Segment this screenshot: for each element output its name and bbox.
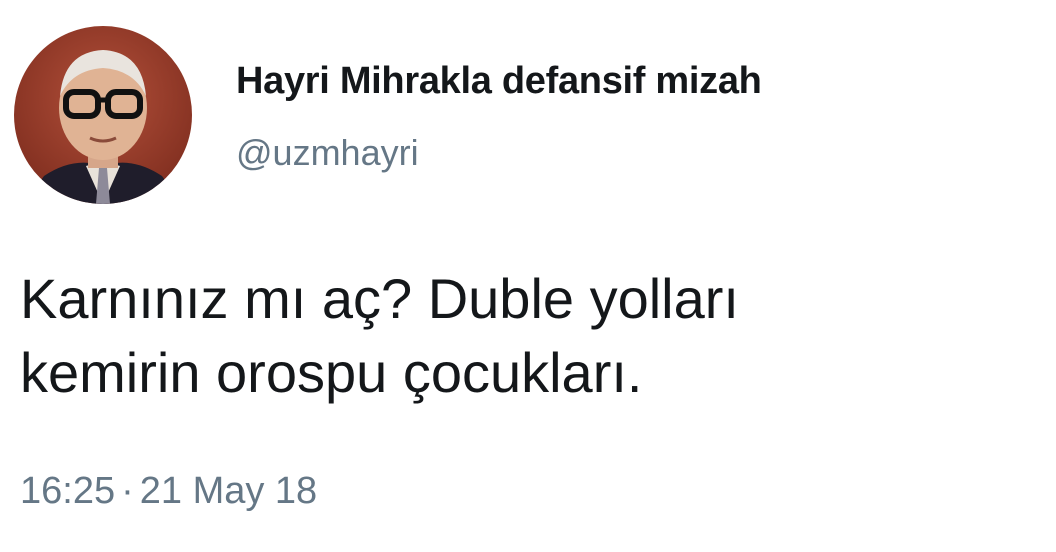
profile-photo-icon [14, 26, 192, 204]
display-name[interactable]: Hayri Mihrakla defansif mizah [236, 60, 762, 103]
tweet-text-line: kemirin orospu çocukları. [20, 341, 643, 404]
tweet-text: Karnınız mı aç? Duble yolları kemirin or… [20, 262, 1040, 410]
tweet-time: 16:25 [20, 470, 116, 512]
user-handle[interactable]: @uzmhayri [236, 132, 419, 174]
tweet-text-line: Karnınız mı aç? Duble yolları [20, 267, 739, 330]
avatar[interactable] [14, 26, 192, 204]
meta-separator: · [121, 470, 134, 512]
tweet-date: 21 May 18 [139, 470, 318, 512]
tweet-timestamp[interactable]: 16:25 · 21 May 18 [20, 470, 317, 513]
tweet-card: Hayri Mihrakla defansif mizah @uzmhayri … [0, 0, 1056, 552]
